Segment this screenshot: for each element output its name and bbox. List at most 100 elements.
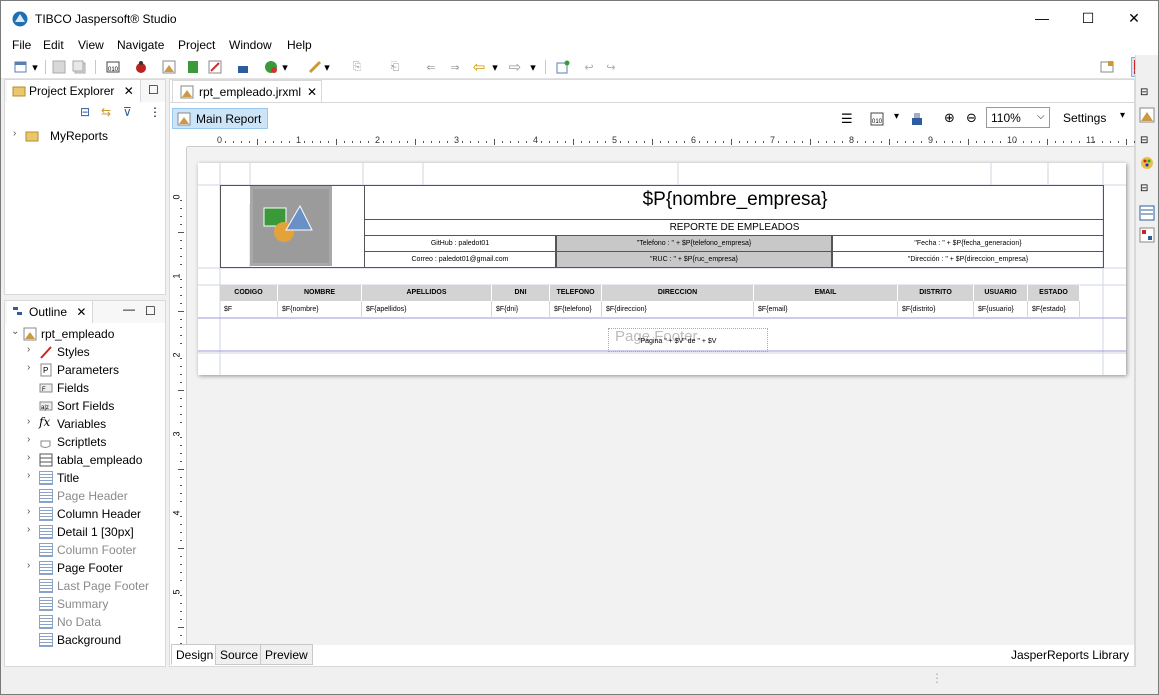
maximize-button[interactable]: ☐	[1065, 1, 1111, 35]
restore-icon-2[interactable]: ⊟	[1140, 135, 1148, 146]
expand-arrow-icon[interactable]: ›	[27, 560, 37, 571]
redo-icon[interactable]: ↪	[603, 59, 619, 75]
forward-icon[interactable]: ⇨	[507, 59, 523, 76]
detail-field-cell[interactable]: $F{dni}	[492, 301, 550, 318]
link-editor-icon[interactable]: ⇆	[101, 105, 111, 119]
color-palette-icon[interactable]	[1139, 155, 1155, 171]
settings-dropdown-icon[interactable]: ▾	[1120, 110, 1125, 121]
detail-field-cell[interactable]: $F	[220, 301, 278, 318]
editor-tab-rpt-empleado[interactable]: rpt_empleado.jrxml ✕	[172, 80, 322, 102]
back-icon[interactable]: ⇦	[471, 59, 487, 76]
restore-icon-3[interactable]: ⊟	[1140, 183, 1148, 194]
dataset-publish-icon[interactable]	[910, 112, 924, 126]
main-report-button[interactable]: Main Report	[172, 108, 268, 129]
close-icon[interactable]: ✕	[307, 85, 317, 99]
new-dropdown-icon[interactable]: ▾	[31, 59, 39, 75]
annotation-icon[interactable]: ⎘	[349, 59, 365, 75]
tab-preview[interactable]: Preview	[260, 644, 313, 665]
expand-arrow-icon[interactable]: ›	[27, 452, 37, 463]
compile-icon[interactable]: 010	[105, 59, 121, 75]
publish-icon[interactable]	[235, 59, 251, 75]
back-dropdown-icon[interactable]: ▾	[491, 59, 499, 75]
collapse-all-icon[interactable]: ⊟	[80, 105, 90, 119]
filter-icon[interactable]: ⊽	[123, 105, 132, 119]
dataset-icon[interactable]	[185, 59, 201, 75]
ruc-field[interactable]: "RUC : " + $P{ruc_empresa}	[556, 251, 832, 268]
outline-toggle-icon[interactable]: ☰	[841, 111, 853, 127]
minimize-button[interactable]: —	[1019, 1, 1065, 35]
tab-outline[interactable]: Outline ✕	[7, 301, 94, 323]
tab-project-explorer[interactable]: Project Explorer ✕	[7, 80, 141, 102]
detail-field-cell[interactable]: $F{telefono}	[550, 301, 602, 318]
open-perspective-icon[interactable]	[1099, 59, 1115, 75]
menu-view[interactable]: View	[78, 38, 104, 52]
wand-icon[interactable]	[307, 59, 323, 75]
compile-dropdown-icon[interactable]: ▾	[894, 111, 899, 122]
expand-arrow-icon[interactable]: ›	[27, 344, 37, 355]
detail-field-cell[interactable]: $F{apellidos}	[362, 301, 492, 318]
close-icon[interactable]: ✕	[124, 84, 134, 98]
view-menu-icon[interactable]: ⋮	[149, 105, 161, 119]
edit-report-icon[interactable]	[207, 59, 223, 75]
run-dropdown-icon[interactable]: ▾	[281, 59, 289, 75]
new-icon[interactable]	[13, 59, 29, 75]
close-icon[interactable]: ✕	[76, 305, 86, 319]
detail-field-cell[interactable]: $F{direccion}	[602, 301, 754, 318]
menu-edit[interactable]: Edit	[43, 38, 64, 52]
report-wizard-icon[interactable]	[161, 59, 177, 75]
maximize-view-icon[interactable]: ☐	[145, 304, 156, 318]
next-annotation-icon[interactable]: ⎗	[387, 59, 403, 75]
expand-arrow-icon[interactable]: ›	[27, 362, 37, 373]
properties-icon[interactable]	[1139, 205, 1155, 221]
detail-field-cell[interactable]: $F{usuario}	[974, 301, 1028, 318]
last-edit-icon[interactable]: ⇐	[423, 59, 439, 75]
expand-arrow-icon[interactable]: ›	[27, 416, 37, 427]
expand-arrow-icon[interactable]: ›	[27, 434, 37, 445]
forward-dropdown-icon[interactable]: ▾	[529, 59, 537, 75]
forward-edit-icon[interactable]: ⇒	[447, 59, 463, 75]
page-number-field[interactable]: "Página " + $V" de " + $V	[638, 338, 716, 345]
menu-file[interactable]: File	[12, 38, 31, 52]
column-header-cell[interactable]: USUARIO	[974, 285, 1028, 301]
detail-field-cell[interactable]: $F{estado}	[1028, 301, 1080, 318]
column-header-cell[interactable]: APELLIDOS	[362, 285, 492, 301]
fecha-field[interactable]: "Fecha : " + $P{fecha_generacion}	[832, 235, 1104, 252]
detail-field-cell[interactable]: $F{nombre}	[278, 301, 362, 318]
restore-icon[interactable]: ⊟	[1140, 87, 1148, 98]
column-header-cell[interactable]: TELEFONO	[550, 285, 602, 301]
save-all-icon[interactable]	[71, 59, 87, 75]
company-name-field[interactable]: $P{nombre_empresa}	[365, 189, 1105, 211]
menu-project[interactable]: Project	[178, 38, 215, 52]
palette-icon[interactable]	[1139, 107, 1155, 123]
compile-report-icon[interactable]: 010	[870, 112, 884, 126]
email-text[interactable]: Correo : paledot01@gmail.com	[364, 251, 556, 268]
pin-editor-icon[interactable]	[555, 59, 571, 75]
problems-icon[interactable]	[1139, 227, 1155, 243]
detail-field-cell[interactable]: $F{distrito}	[898, 301, 974, 318]
run-icon[interactable]	[263, 59, 279, 75]
detail-field-cell[interactable]: $F{email}	[754, 301, 898, 318]
menu-navigate[interactable]: Navigate	[117, 38, 164, 52]
maximize-view-icon[interactable]: ☐	[148, 83, 159, 97]
expand-arrow-icon[interactable]: ›	[27, 524, 37, 535]
zoom-in-icon[interactable]: ⊕	[944, 110, 955, 126]
collapse-arrow-icon[interactable]: ⌄	[11, 326, 21, 337]
zoom-select[interactable]: 110% ⌵	[986, 107, 1050, 128]
expand-arrow-icon[interactable]: ›	[13, 128, 23, 139]
zoom-out-icon[interactable]: ⊖	[966, 110, 977, 126]
expand-arrow-icon[interactable]: ›	[27, 506, 37, 517]
jasperreports-library-link[interactable]: JasperReports Library	[1011, 648, 1129, 662]
undo-icon[interactable]: ↩	[581, 59, 597, 75]
settings-button[interactable]: Settings	[1063, 111, 1106, 125]
column-header-cell[interactable]: ESTADO	[1028, 285, 1080, 301]
column-header-cell[interactable]: EMAIL	[754, 285, 898, 301]
column-header-cell[interactable]: DIRECCION	[602, 285, 754, 301]
report-subtitle[interactable]: REPORTE DE EMPLEADOS	[364, 219, 1104, 235]
column-header-cell[interactable]: NOMBRE	[278, 285, 362, 301]
minimize-view-icon[interactable]: —	[123, 302, 135, 316]
tab-design[interactable]: Design	[171, 644, 219, 665]
column-header-cell[interactable]: DNI	[492, 285, 550, 301]
debug-icon[interactable]	[133, 59, 149, 75]
menu-help[interactable]: Help	[287, 38, 312, 52]
tab-source[interactable]: Source	[215, 644, 264, 665]
